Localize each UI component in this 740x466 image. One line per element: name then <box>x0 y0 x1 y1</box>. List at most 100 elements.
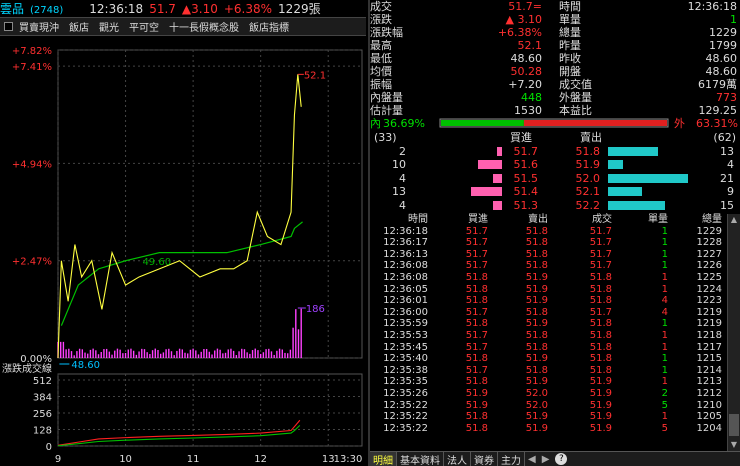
trade-row[interactable]: 12:35:22 51.9 52.0 51.9 5 1210 <box>370 400 726 412</box>
trade-row[interactable]: 12:36:17 51.7 51.8 51.7 1 1228 <box>370 237 726 249</box>
trade-row[interactable]: 12:35:22 51.8 51.9 51.9 1 1205 <box>370 411 726 423</box>
tab-3[interactable]: 資券 <box>471 451 498 466</box>
trade-row[interactable]: 12:36:08 51.7 51.8 51.7 1 1226 <box>370 260 726 272</box>
trade-row[interactable]: 12:36:13 51.7 51.8 51.7 1 1227 <box>370 249 726 261</box>
trade-row[interactable]: 12:36:08 51.8 51.9 51.8 1 1225 <box>370 272 726 284</box>
in-label: 內 <box>370 117 381 130</box>
info-label: 昨量 <box>559 39 581 52</box>
y-axis-label: +4.94% <box>12 159 52 170</box>
tab-0[interactable]: 明細 <box>370 451 397 466</box>
trade-cell: 51.9 <box>525 411 548 423</box>
tab-prev-icon[interactable]: ◀ <box>525 454 539 465</box>
info-label: 最低 <box>370 52 392 65</box>
trade-row[interactable]: 12:35:38 51.7 51.8 51.8 1 1214 <box>370 365 726 377</box>
trade-cell: 1 <box>661 237 668 249</box>
orderbook-row[interactable]: 13 51.4 52.1 9 <box>370 185 740 198</box>
trade-row[interactable]: 12:36:05 51.8 51.9 51.8 1 1224 <box>370 284 726 296</box>
tab-next-icon[interactable]: ▶ <box>539 454 553 465</box>
ask-depth-bar <box>608 173 688 183</box>
info-label: 時間 <box>559 0 581 13</box>
trade-cell: 12:35:35 <box>383 376 428 388</box>
trade-row[interactable]: 12:36:01 51.8 51.9 51.8 4 1223 <box>370 295 726 307</box>
tab-1[interactable]: 基本資料 <box>397 451 444 466</box>
tab-2[interactable]: 法人 <box>444 451 471 466</box>
trade-cell: 1215 <box>696 353 722 365</box>
scroll-up-icon[interactable]: ▲ <box>729 215 739 225</box>
trade-row[interactable]: 12:35:53 51.7 51.8 51.8 1 1218 <box>370 330 726 342</box>
tag-holiday[interactable]: 十一長假概念股 <box>169 19 239 34</box>
stock-name[interactable]: 雲品 (2748) <box>0 0 63 17</box>
vol-axis-label: 512 <box>33 376 52 387</box>
trade-cell: 5 <box>661 422 668 434</box>
trade-cell: 1226 <box>696 260 722 272</box>
info-label: 估計量 <box>370 104 403 117</box>
ask-depth-bar <box>608 146 658 156</box>
info-label: 開盤 <box>559 65 581 78</box>
trade-cell: 51.8 <box>589 295 612 307</box>
checkbox-icon[interactable] <box>4 22 13 31</box>
price-change-pct: +6.38% <box>223 1 273 16</box>
trade-row[interactable]: 12:35:22 51.8 51.9 51.9 5 1204 <box>370 423 726 435</box>
in-ratio-fill <box>441 120 524 126</box>
bid-qty: 4 <box>399 171 406 185</box>
trade-cell: 1224 <box>696 283 722 295</box>
scroll-down-icon[interactable]: ▼ <box>729 440 739 450</box>
trade-cell: 1214 <box>696 364 722 376</box>
trade-cell: 12:36:08 <box>383 272 428 283</box>
orderbook-row[interactable]: 4 51.5 52.0 21 <box>370 172 740 185</box>
out-ratio-fill <box>523 120 667 126</box>
trade-cell: 1204 <box>696 422 722 434</box>
ask-price: 51.9 <box>575 158 601 171</box>
trade-cell: 51.7 <box>589 225 612 237</box>
trade-cell: 51.8 <box>589 353 612 365</box>
tab-4[interactable]: 主力 <box>498 451 525 466</box>
trade-cell: 12:35:40 <box>383 353 428 365</box>
trade-row[interactable]: 12:36:18 51.7 51.8 51.7 1 1229 <box>370 226 726 238</box>
trade-cell: 51.8 <box>589 364 612 376</box>
trade-row[interactable]: 12:35:35 51.8 51.9 51.9 1 1213 <box>370 376 726 388</box>
trade-row[interactable]: 12:35:40 51.8 51.9 51.8 1 1215 <box>370 353 726 365</box>
bid-price: 51.5 <box>513 171 539 185</box>
info-label: 均價 <box>370 65 392 78</box>
info-row-left: 漲跌幅 +6.38% <box>370 26 550 39</box>
trade-cell: 1 <box>661 225 668 237</box>
trade-cell: 51.9 <box>525 283 548 295</box>
orderbook-row[interactable]: 10 51.6 51.9 4 <box>370 158 740 171</box>
info-label: 外盤量 <box>559 91 592 104</box>
info-row-left: 最高 52.1 <box>370 39 550 52</box>
ask-price: 51.8 <box>575 144 601 158</box>
tag-hotel[interactable]: 飯店 <box>69 19 89 34</box>
tag-tourism[interactable]: 觀光 <box>99 19 119 34</box>
scroll-thumb[interactable] <box>729 414 739 436</box>
help-icon[interactable]: ? <box>555 453 568 465</box>
bid-depth-bar <box>471 187 502 196</box>
info-row-left: 最低 48.60 <box>370 52 550 65</box>
info-value: 52.1 <box>517 39 543 52</box>
trades-col-header: 賣出 <box>528 214 548 225</box>
info-value: 773 <box>716 91 737 104</box>
trades-scrollbar[interactable]: ▲ ▼ <box>727 214 740 452</box>
trade-row[interactable]: 12:36:00 51.7 51.8 51.7 4 1219 <box>370 307 726 319</box>
trade-row[interactable]: 12:35:26 51.9 52.0 51.9 2 1212 <box>370 388 726 400</box>
trade-cell: 51.9 <box>589 376 612 388</box>
avg-price-label: 49.60 <box>142 257 171 268</box>
trade-cell: 52.0 <box>525 388 548 399</box>
trade-cell: 51.8 <box>525 225 548 237</box>
trade-cell: 1225 <box>696 272 722 283</box>
trade-cell: 12:36:05 <box>383 283 428 295</box>
orderbook-row[interactable]: 4 51.3 52.2 15 <box>370 199 740 212</box>
trade-cell: 1 <box>661 330 668 341</box>
info-row-left: 成交 51.7= <box>370 0 550 13</box>
tag-hotel-index[interactable]: 飯店指標 <box>249 19 289 34</box>
trade-cell: 51.7 <box>589 237 612 249</box>
tag-short[interactable]: 平可空 <box>129 19 159 34</box>
trade-cell: 51.8 <box>525 248 548 260</box>
intraday-chart[interactable]: +7.82%+7.41%+4.94%+2.47%0.00%52.148.6018… <box>0 36 370 466</box>
orderbook-row[interactable]: 2 51.7 51.8 13 <box>370 145 740 158</box>
total-volume: 1229張 <box>278 2 321 16</box>
info-row-right: 本益比 129.25 <box>559 104 740 117</box>
tag-daytrade[interactable]: 買賣現沖 <box>19 19 59 34</box>
x-axis-label: 11 <box>187 454 200 465</box>
trade-row[interactable]: 12:35:45 51.7 51.8 51.8 1 1217 <box>370 342 726 354</box>
trade-row[interactable]: 12:35:59 51.8 51.9 51.8 1 1219 <box>370 318 726 330</box>
